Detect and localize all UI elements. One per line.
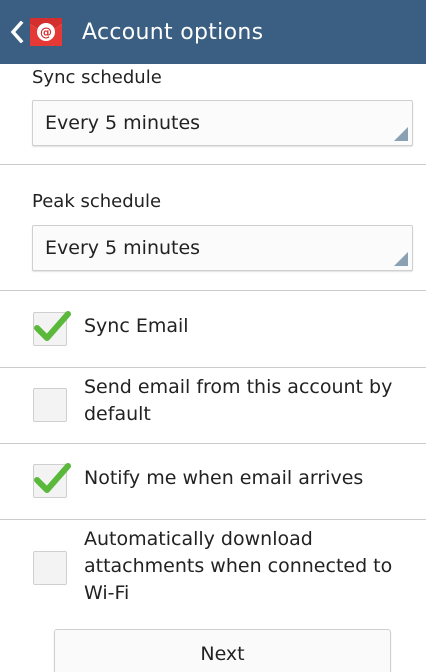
checkmark-icon (34, 311, 71, 341)
sync-schedule-label: Sync schedule (32, 67, 162, 88)
sync-schedule-value: Every 5 minutes (45, 112, 201, 134)
sync-schedule-spinner[interactable]: Every 5 minutes (32, 100, 413, 146)
sync-email-option[interactable]: Sync Email (0, 291, 426, 367)
auto-download-checkbox[interactable] (33, 551, 67, 585)
auto-download-label: Automatically download attachments when … (84, 528, 393, 604)
checkmark-icon (34, 463, 71, 493)
notify-checkbox[interactable] (33, 463, 71, 498)
peak-schedule-value: Every 5 minutes (45, 237, 201, 259)
default-account-label: Send email from this account by default (84, 376, 393, 425)
account-options-screen: @ Account options Sync schedule Every 5 … (0, 0, 426, 672)
notify-label: Notify me when email arrives (84, 467, 364, 489)
peak-schedule-label: Peak schedule (32, 191, 162, 212)
chevron-left-icon (10, 21, 24, 43)
default-account-option[interactable]: Send email from this account by default (0, 368, 426, 443)
back-button[interactable]: @ (0, 0, 70, 64)
sync-email-label: Sync Email (84, 315, 189, 337)
page-title: Account options (82, 19, 264, 45)
action-bar: @ Account options (0, 0, 426, 64)
auto-download-option[interactable]: Automatically download attachments when … (0, 520, 426, 620)
peak-schedule-spinner[interactable]: Every 5 minutes (32, 225, 413, 271)
dropdown-corner-icon (394, 127, 408, 141)
next-button[interactable]: Next (54, 629, 391, 672)
divider (0, 164, 426, 165)
dropdown-corner-icon (394, 252, 408, 266)
svg-text:@: @ (40, 26, 52, 40)
default-account-checkbox[interactable] (33, 388, 67, 422)
sync-email-checkbox[interactable] (33, 311, 71, 346)
notify-option[interactable]: Notify me when email arrives (0, 444, 426, 519)
email-icon: @ (28, 14, 64, 50)
